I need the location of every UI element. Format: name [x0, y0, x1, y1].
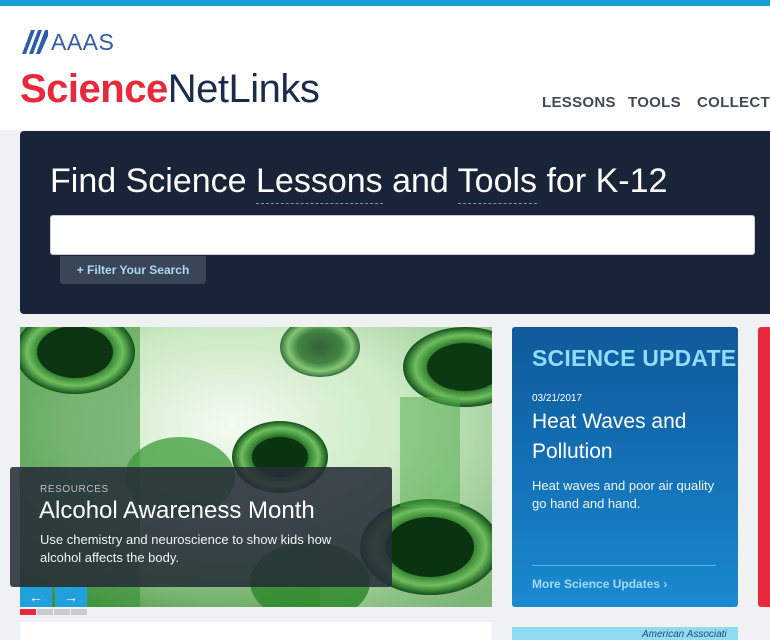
aaas-logo-text: AAAS	[51, 29, 115, 55]
nav-tools[interactable]: TOOLS	[628, 94, 681, 111]
feature-caption[interactable]: RESOURCES Alcohol Awareness Month Use ch…	[10, 467, 392, 587]
arrow-left-icon: ←	[29, 589, 43, 605]
arrow-right-icon: →	[64, 589, 78, 605]
next-section-card	[20, 622, 492, 640]
hero-title-tools[interactable]: Tools	[457, 162, 538, 204]
science-update-date: 03/21/2017	[532, 393, 583, 404]
hero-title-and: and	[382, 162, 458, 200]
prev-slide-button[interactable]: ←	[20, 587, 52, 607]
logo-netlinks: NetLinks	[167, 67, 320, 111]
science-update-title[interactable]: Heat Waves and Pollution	[532, 407, 722, 467]
feature-tag: RESOURCES	[40, 484, 109, 495]
logo-science: Science	[20, 67, 168, 111]
science-update-panel: SCIENCE UPDATE 03/21/2017 Heat Waves and…	[512, 327, 738, 607]
teaser-banner[interactable]: American Associati	[512, 627, 738, 640]
slide-indicator-3[interactable]	[54, 609, 70, 615]
slide-indicator-2[interactable]	[37, 609, 53, 615]
side-promo-panel[interactable]	[758, 327, 770, 607]
aaas-logo-icon	[22, 30, 48, 54]
teaser-text: American Associati	[642, 629, 727, 640]
science-update-divider	[532, 565, 716, 566]
filter-search-button[interactable]: + Filter Your Search	[60, 256, 206, 284]
next-slide-button[interactable]: →	[55, 587, 87, 607]
site-logo[interactable]: ScienceNetLinks	[20, 66, 320, 112]
slide-indicator-4[interactable]	[71, 609, 87, 615]
hero-title: Find Science Lessons and Tools for K-12	[50, 161, 668, 204]
aaas-logo[interactable]: AAAS	[22, 30, 114, 54]
science-update-description: Heat waves and poor air quality go hand …	[532, 478, 715, 511]
nav-lessons[interactable]: LESSONS	[542, 94, 616, 111]
nav-collections[interactable]: COLLECTIO	[697, 94, 770, 111]
feature-title[interactable]: Alcohol Awareness Month	[39, 497, 315, 525]
search-hero: Find Science Lessons and Tools for K-12 …	[20, 131, 770, 314]
more-science-updates-link[interactable]: More Science Updates ›	[532, 577, 667, 591]
search-input[interactable]	[50, 215, 755, 255]
science-update-heading: SCIENCE UPDATE	[532, 345, 737, 371]
slide-indicator-1[interactable]	[20, 609, 36, 615]
feature-description: Use chemistry and neuroscience to show k…	[40, 532, 332, 565]
hero-title-lessons[interactable]: Lessons	[256, 162, 383, 204]
hero-title-suffix: for K-12	[537, 162, 668, 200]
hero-title-prefix: Find Science	[50, 162, 256, 200]
